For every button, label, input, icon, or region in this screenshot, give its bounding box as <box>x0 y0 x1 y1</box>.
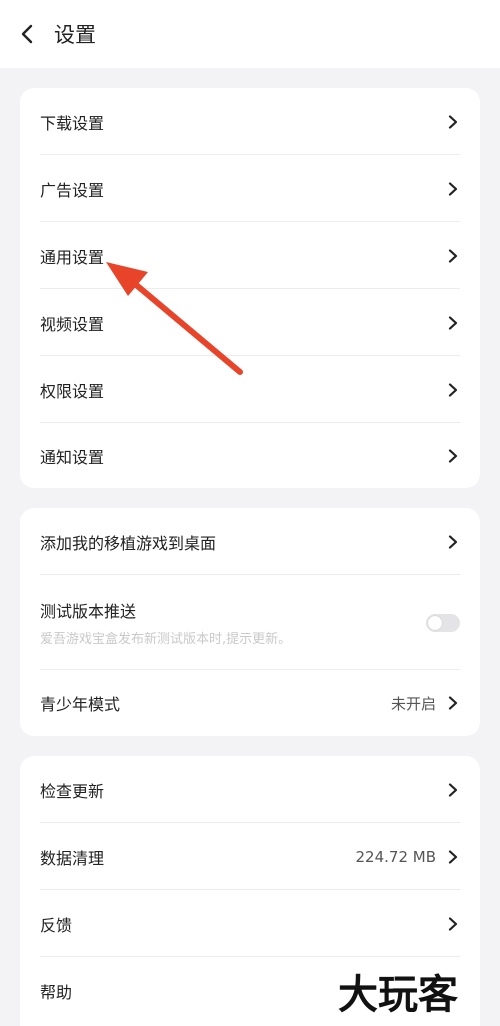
data-clean-label: 数据清理 <box>40 848 105 868</box>
notification-settings-row[interactable]: 通知设置 <box>20 423 480 488</box>
general-settings-label: 通用设置 <box>40 247 105 267</box>
chevron-right-icon <box>446 849 460 864</box>
general-settings-row[interactable]: 通用设置 <box>20 222 480 289</box>
youth-mode-status: 未开启 <box>390 694 436 713</box>
ad-settings-label: 广告设置 <box>40 180 105 200</box>
video-settings-label: 视频设置 <box>40 314 105 334</box>
video-settings-row[interactable]: 视频设置 <box>20 289 480 356</box>
beta-push-row: 测试版本推送 爱吾游戏宝盒发布新测试版本时,提示更新。 <box>20 575 480 670</box>
watermark-logo: 大玩客 <box>338 972 458 1018</box>
chevron-right-icon <box>446 534 460 549</box>
beta-push-label: 测试版本推送 <box>40 602 137 621</box>
add-to-desktop-label: 添加我的移植游戏到桌面 <box>40 533 217 553</box>
chevron-right-icon <box>446 114 460 129</box>
download-settings-label: 下载设置 <box>40 113 105 133</box>
permission-settings-label: 权限设置 <box>40 381 105 401</box>
back-arrow-icon[interactable] <box>16 22 40 46</box>
chevron-right-icon <box>446 181 460 196</box>
chevron-right-icon <box>446 696 460 710</box>
data-clean-row[interactable]: 数据清理 224.72 MB <box>20 823 480 890</box>
feedback-label: 反馈 <box>40 915 73 935</box>
settings-group-1: 下载设置 广告设置 通用设置 视频设置 权限设置 通知设置 <box>20 88 480 488</box>
beta-push-description: 爱吾游戏宝盒发布新测试版本时,提示更新。 <box>40 632 292 647</box>
download-settings-row[interactable]: 下载设置 <box>20 88 480 155</box>
beta-push-toggle[interactable] <box>426 613 460 632</box>
check-update-row[interactable]: 检查更新 <box>20 756 480 823</box>
ad-settings-row[interactable]: 广告设置 <box>20 155 480 222</box>
toggle-knob <box>428 615 442 630</box>
permission-settings-row[interactable]: 权限设置 <box>20 356 480 423</box>
chevron-right-icon <box>446 448 460 463</box>
feedback-row[interactable]: 反馈 <box>20 890 480 957</box>
add-to-desktop-row[interactable]: 添加我的移植游戏到桌面 <box>20 508 480 575</box>
youth-mode-label: 青少年模式 <box>40 695 121 714</box>
youth-mode-row[interactable]: 青少年模式 未开启 <box>20 670 480 736</box>
check-update-label: 检查更新 <box>40 781 105 801</box>
page-title: 设置 <box>54 23 96 47</box>
chevron-right-icon <box>446 382 460 397</box>
top-bar: 设置 <box>0 0 500 68</box>
notification-settings-label: 通知设置 <box>40 447 105 467</box>
chevron-right-icon <box>446 248 460 263</box>
chevron-right-icon <box>446 916 460 931</box>
cache-size-value: 224.72 MB <box>355 847 437 866</box>
chevron-right-icon <box>446 315 460 330</box>
settings-group-2: 添加我的移植游戏到桌面 测试版本推送 爱吾游戏宝盒发布新测试版本时,提示更新。 … <box>20 508 480 736</box>
chevron-right-icon <box>446 782 460 797</box>
